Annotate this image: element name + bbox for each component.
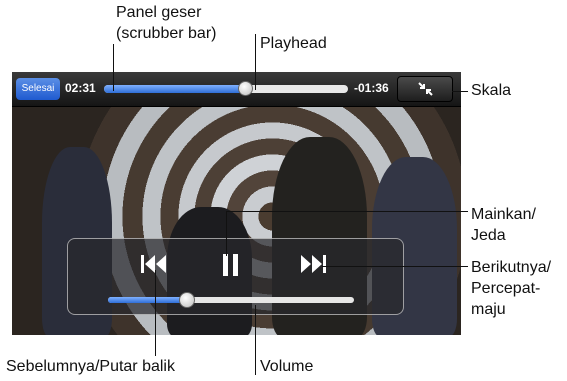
video-player: Selesai 02:31 -01:36 <box>12 72 461 335</box>
volume-label: Volume <box>260 358 314 375</box>
playback-controls-panel <box>67 238 404 315</box>
scrubber-label-line1: Panel geser <box>116 4 202 21</box>
pause-icon <box>223 254 238 276</box>
volume-slider[interactable] <box>108 297 354 303</box>
volume-leader <box>255 305 256 375</box>
previous-button[interactable] <box>139 253 169 280</box>
next-label-line3: maju <box>471 301 506 318</box>
scale-label: Skala <box>471 82 512 99</box>
done-button[interactable]: Selesai <box>16 78 60 100</box>
playpause-label-line1: Mainkan/ <box>471 206 536 223</box>
top-control-bar: Selesai 02:31 -01:36 <box>12 72 461 107</box>
volume-level <box>108 297 187 303</box>
scrubber-label-line2: (scrubber bar) <box>116 25 217 42</box>
playpause-leader-h <box>226 211 468 212</box>
playhead-leader <box>255 34 256 90</box>
scale-button[interactable] <box>397 76 453 102</box>
next-icon <box>301 255 326 273</box>
playhead[interactable] <box>238 81 254 96</box>
volume-knob[interactable] <box>178 292 195 308</box>
play-pause-button[interactable] <box>221 253 241 282</box>
previous-label: Sebelumnya/Putar balik <box>6 358 175 375</box>
scale-leader <box>452 91 468 92</box>
playpause-leader-v <box>226 211 227 256</box>
scrubber-leader <box>113 44 114 91</box>
next-label-line1: Berikutnya/ <box>471 259 552 276</box>
next-label-line2: Percepat- <box>471 280 541 297</box>
playpause-label-line2: Jeda <box>471 227 506 244</box>
elapsed-time: 02:31 <box>65 81 96 95</box>
next-leader <box>322 266 468 267</box>
scrubber-bar[interactable] <box>104 85 348 93</box>
scale-icon <box>418 82 433 96</box>
previous-icon <box>141 255 166 273</box>
remaining-time: -01:36 <box>354 81 389 95</box>
scrubber-progress <box>104 85 246 93</box>
playhead-label: Playhead <box>260 35 327 52</box>
previous-leader <box>155 270 156 356</box>
